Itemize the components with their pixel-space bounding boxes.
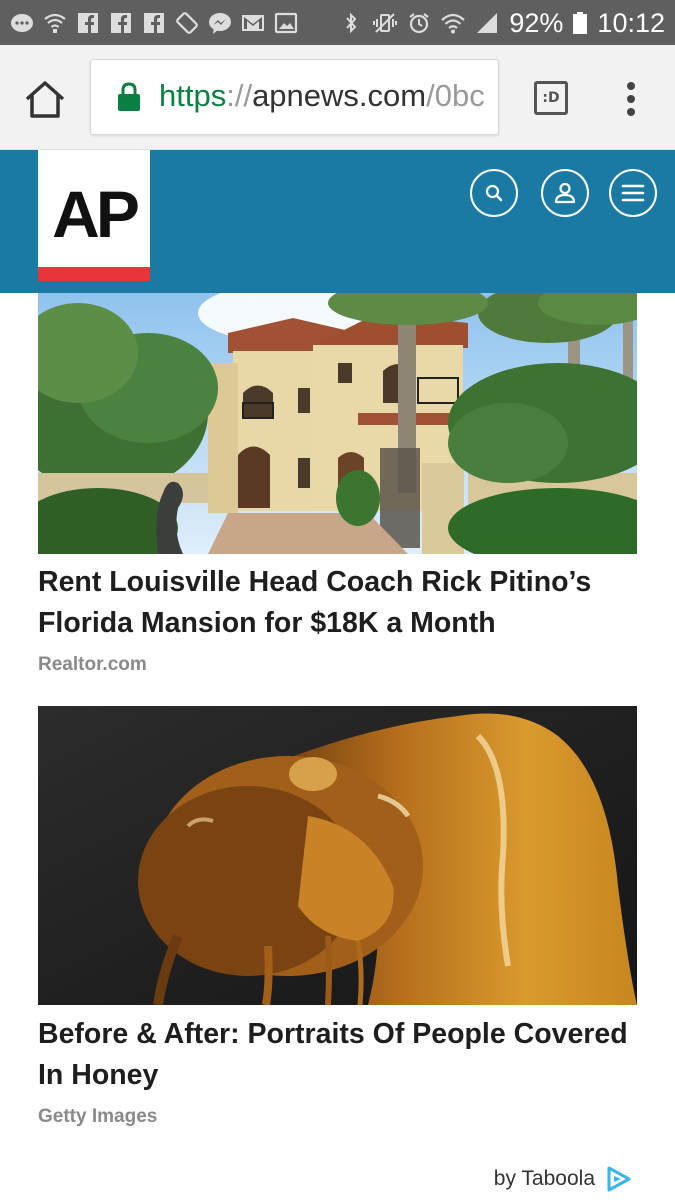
ap-logo[interactable]: AP [38,150,150,281]
system-indicators: 92% 10:12 [339,6,665,40]
article-title[interactable]: Rent Louisville Head Coach Rick Pitino’s… [38,562,638,644]
browser-toolbar: https://apnews.com/0bc :D [0,45,675,150]
notification-icons [10,10,298,36]
facebook-icon [109,12,133,34]
ap-logo-accent-bar [38,267,150,281]
home-button[interactable] [22,79,68,119]
article-image-honey[interactable] [38,706,637,1005]
taboola-label: by Taboola [493,1167,595,1190]
article-image-mansion[interactable] [38,293,637,554]
url-path: /0bc [426,78,485,113]
more-vert-icon [627,82,635,116]
hamburger-menu-icon [621,184,645,202]
url-text: https://apnews.com/0bc [159,78,485,114]
article-source: Getty Images [38,1106,158,1127]
gmail-icon [241,12,265,34]
vibrate-icon [373,12,398,34]
wifi-icon [441,12,466,34]
gallery-icon [274,12,298,34]
wifi-calling-icon [43,12,67,34]
url-host: apnews.com [252,78,427,113]
reader-mode-button[interactable]: :D [534,81,568,115]
battery-percent: 92% [509,7,564,38]
navigation-menu-button[interactable] [609,169,657,217]
url-scheme: https [159,78,227,113]
browser-menu-button[interactable] [618,79,644,119]
lock-icon [118,82,140,111]
address-bar[interactable]: https://apnews.com/0bc [90,59,499,135]
clock-time: 10:12 [597,7,665,38]
honey-portrait-photo [38,706,637,1005]
bluetooth-icon [339,12,363,34]
messages-icon [10,12,34,34]
taboola-attribution[interactable]: by Taboola [494,1166,631,1192]
account-button[interactable] [541,169,589,217]
facebook-icon [142,12,166,34]
url-separator: :// [226,78,253,113]
status-bar: 92% 10:12 [0,0,675,45]
screen-rotation-icon [175,12,199,34]
search-button[interactable] [470,169,518,217]
alarm-icon [407,12,431,34]
user-icon [554,182,576,204]
battery-icon [573,12,588,34]
ap-logo-text: AP [52,177,140,251]
facebook-icon [76,12,100,34]
article-source: Realtor.com [38,654,147,675]
messenger-icon [208,12,232,34]
article-title[interactable]: Before & After: Portraits Of People Cove… [38,1014,638,1096]
taboola-play-icon [607,1166,631,1192]
site-header: AP [0,150,675,293]
signal-icon [475,12,499,34]
search-icon [485,184,503,202]
mansion-photo [38,293,637,554]
home-icon [25,81,65,118]
